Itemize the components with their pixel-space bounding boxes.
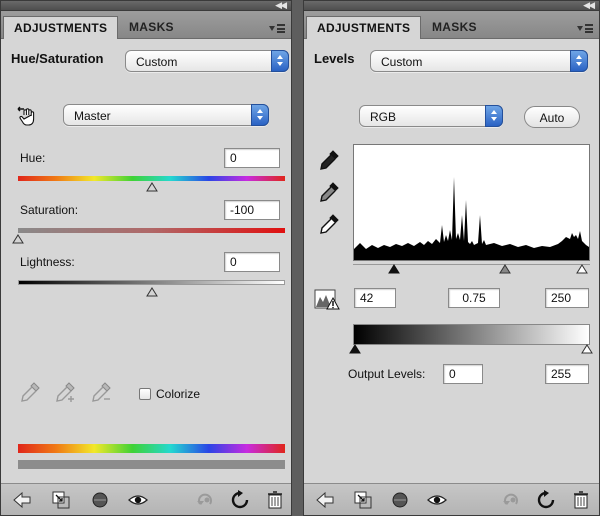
preset-dropdown-value: Custom xyxy=(381,55,423,69)
white-point-eyedropper-icon[interactable] xyxy=(318,213,340,237)
eye-icon[interactable] xyxy=(426,489,448,511)
trash-icon[interactable] xyxy=(570,489,592,511)
tab-adjustments[interactable]: ADJUSTMENTS xyxy=(3,16,119,39)
input-black-value[interactable]: 42 xyxy=(354,288,396,308)
channel-dropdown-value: Master xyxy=(74,109,111,123)
input-spectrum-bar xyxy=(18,444,285,453)
dropdown-arrows-icon xyxy=(485,105,503,127)
input-black-slider[interactable] xyxy=(388,264,400,274)
adjustment-title: Levels xyxy=(314,51,355,66)
panel-tab-bar: ADJUSTMENTS MASKS xyxy=(304,11,599,39)
gray-point-eyedropper-icon[interactable] xyxy=(318,181,340,205)
eyedropper-add-icon[interactable] xyxy=(54,381,78,405)
input-white-value[interactable]: 250 xyxy=(545,288,589,308)
saturation-label: Saturation: xyxy=(20,203,79,217)
lightness-input[interactable]: 0 xyxy=(224,252,280,272)
dropdown-arrows-icon xyxy=(570,50,588,72)
reset-icon[interactable] xyxy=(535,489,557,511)
panel-footer xyxy=(1,483,291,515)
panel-footer xyxy=(304,483,599,515)
back-arrow-icon[interactable] xyxy=(11,489,33,511)
auto-button[interactable]: Auto xyxy=(524,106,580,128)
black-point-eyedropper-icon[interactable] xyxy=(318,149,340,173)
targeted-adjustment-hand-icon[interactable] xyxy=(15,105,39,127)
channel-dropdown[interactable]: Master xyxy=(63,104,269,126)
panel-tab-bar: ADJUSTMENTS MASKS xyxy=(1,11,291,39)
saturation-slider-thumb[interactable] xyxy=(12,234,24,244)
output-spectrum-bar xyxy=(18,460,285,469)
back-arrow-icon[interactable] xyxy=(314,489,336,511)
hue-saturation-panel: ◀◀ ADJUSTMENTS MASKS Hue/Saturation Cust… xyxy=(0,0,292,516)
panel-top-strip[interactable]: ◀◀ xyxy=(304,1,599,11)
layer-visibility-toggle-icon[interactable] xyxy=(89,489,111,511)
eyedropper-icon[interactable] xyxy=(19,381,41,405)
lightness-slider-track[interactable] xyxy=(18,280,285,285)
preset-dropdown[interactable]: Custom xyxy=(125,50,289,72)
clip-to-layer-icon[interactable] xyxy=(50,489,72,511)
preset-dropdown[interactable]: Custom xyxy=(370,50,588,72)
input-white-slider[interactable] xyxy=(576,264,588,274)
output-black-slider[interactable] xyxy=(349,344,361,354)
colorize-checkbox[interactable] xyxy=(139,388,151,400)
dropdown-arrows-icon xyxy=(271,50,289,72)
eye-icon[interactable] xyxy=(127,489,149,511)
preset-dropdown-value: Custom xyxy=(136,55,178,69)
lightness-label: Lightness: xyxy=(20,255,75,269)
previous-state-icon[interactable] xyxy=(194,489,216,511)
saturation-slider-track[interactable] xyxy=(18,228,285,233)
tab-adjustments[interactable]: ADJUSTMENTS xyxy=(306,16,422,39)
tab-masks[interactable]: MASKS xyxy=(119,16,184,39)
layer-visibility-toggle-icon[interactable] xyxy=(389,489,411,511)
output-levels-label: Output Levels: xyxy=(348,367,426,381)
output-white-value[interactable]: 255 xyxy=(545,364,589,384)
eyedropper-subtract-icon[interactable] xyxy=(90,381,114,405)
collapse-panel-icon[interactable]: ◀◀ xyxy=(275,1,287,11)
collapse-panel-icon[interactable]: ◀◀ xyxy=(583,1,595,11)
reset-icon[interactable] xyxy=(229,489,251,511)
panel-menu-icon[interactable] xyxy=(577,24,593,34)
channel-dropdown-value: RGB xyxy=(370,110,397,124)
channel-dropdown[interactable]: RGB xyxy=(359,105,503,127)
trash-icon[interactable] xyxy=(264,489,286,511)
input-gray-slider[interactable] xyxy=(499,264,511,274)
histogram-graph xyxy=(354,177,589,260)
output-levels-gradient xyxy=(353,324,590,345)
histogram-warning-icon[interactable] xyxy=(314,288,340,312)
histogram xyxy=(353,144,590,261)
adjustment-title: Hue/Saturation xyxy=(11,51,104,66)
hue-input[interactable]: 0 xyxy=(224,148,280,168)
saturation-input[interactable]: -100 xyxy=(224,200,280,220)
panel-top-strip[interactable]: ◀◀ xyxy=(1,1,291,11)
colorize-label: Colorize xyxy=(156,387,201,401)
previous-state-icon[interactable] xyxy=(500,489,522,511)
levels-panel: ◀◀ ADJUSTMENTS MASKS Levels Custom RGB A… xyxy=(303,0,600,516)
hue-slider-track[interactable] xyxy=(18,176,285,181)
input-gamma-value[interactable]: 0.75 xyxy=(448,288,500,308)
dropdown-arrows-icon xyxy=(251,104,269,126)
clip-to-layer-icon[interactable] xyxy=(352,489,374,511)
tab-masks[interactable]: MASKS xyxy=(422,16,487,39)
output-black-value[interactable]: 0 xyxy=(443,364,483,384)
panel-menu-icon[interactable] xyxy=(269,24,285,34)
hue-slider-thumb[interactable] xyxy=(145,182,158,192)
hue-label: Hue: xyxy=(20,151,46,165)
output-white-slider[interactable] xyxy=(581,344,593,354)
lightness-slider-thumb[interactable] xyxy=(145,287,158,297)
